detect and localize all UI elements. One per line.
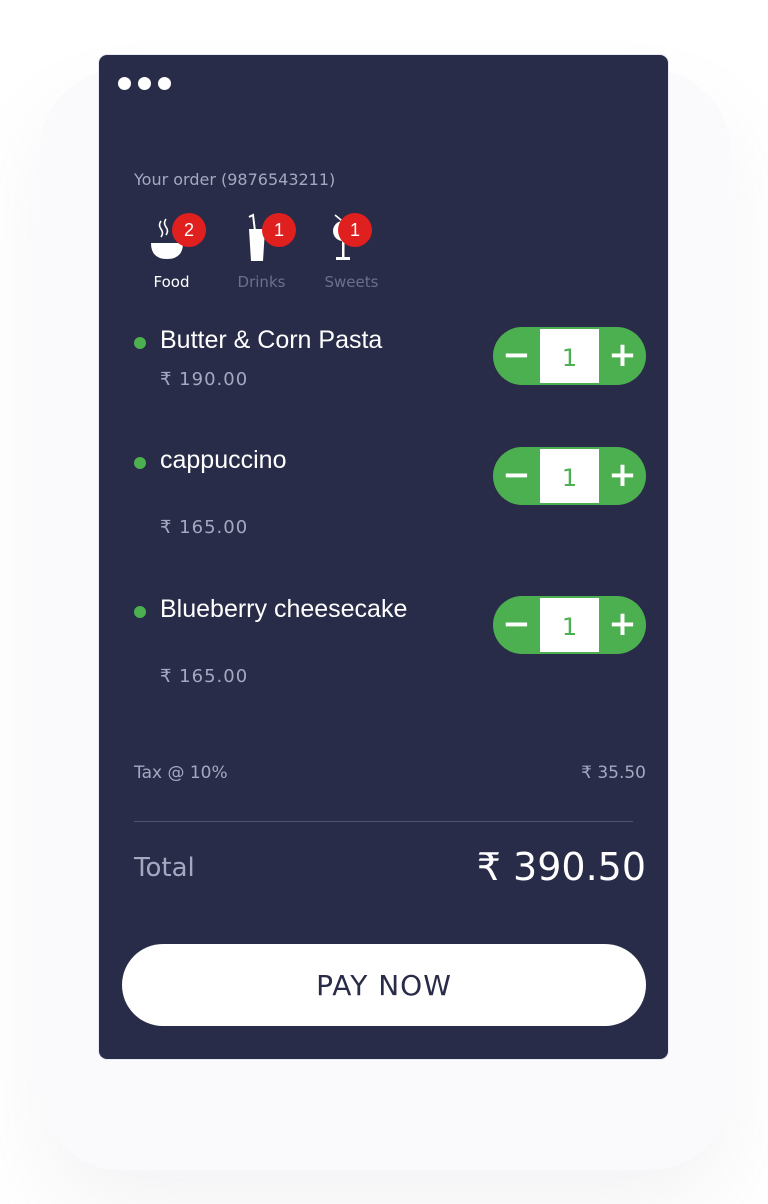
total-label: Total [134, 853, 195, 883]
tab-drinks-badge: 1 [262, 213, 296, 247]
quantity-field[interactable]: 1 [540, 449, 599, 503]
quantity-field[interactable]: 1 [540, 329, 599, 383]
tab-drinks-label: Drinks [237, 273, 286, 291]
tab-food-label: Food [153, 273, 190, 291]
veg-indicator-icon [134, 337, 146, 349]
category-tabs: 2 Food 1 Drinks 1 Sweets [134, 213, 404, 293]
tab-food-badge: 2 [172, 213, 206, 247]
tab-drinks[interactable]: 1 Drinks [224, 213, 314, 293]
veg-indicator-icon [134, 457, 146, 469]
order-title: Your order (9876543211) [134, 170, 336, 189]
pay-now-button[interactable]: PAY NOW [122, 944, 646, 1026]
item-price: ₹ 165.00 [160, 517, 249, 538]
tab-sweets-label: Sweets [324, 273, 379, 291]
order-item: cappuccino ₹ 165.00 − 1 + [134, 446, 646, 546]
item-price: ₹ 165.00 [160, 666, 249, 687]
increase-button[interactable]: + [599, 447, 646, 505]
menu-dots-icon[interactable] [118, 77, 171, 90]
divider [134, 821, 633, 822]
total-value: ₹ 390.50 [476, 845, 646, 889]
veg-indicator-icon [134, 606, 146, 618]
item-name: Blueberry cheesecake [160, 595, 408, 623]
order-card: Your order (9876543211) 2 Food 1 Drinks [99, 55, 668, 1059]
quantity-field[interactable]: 1 [540, 598, 599, 652]
order-item: Blueberry cheesecake ₹ 165.00 − 1 + [134, 595, 646, 695]
tab-sweets[interactable]: 1 Sweets [314, 213, 404, 293]
quantity-stepper: − 1 + [493, 596, 646, 654]
increase-button[interactable]: + [599, 596, 646, 654]
decrease-button[interactable]: − [493, 596, 540, 654]
tab-sweets-badge: 1 [338, 213, 372, 247]
item-name: Butter & Corn Pasta [160, 326, 383, 354]
decrease-button[interactable]: − [493, 327, 540, 385]
item-price: ₹ 190.00 [160, 369, 249, 390]
increase-button[interactable]: + [599, 327, 646, 385]
quantity-stepper: − 1 + [493, 327, 646, 385]
decrease-button[interactable]: − [493, 447, 540, 505]
item-name: cappuccino [160, 446, 287, 474]
tax-value: ₹ 35.50 [581, 763, 646, 783]
order-item: Butter & Corn Pasta ₹ 190.00 − 1 + [134, 326, 646, 416]
tab-food[interactable]: 2 Food [134, 213, 224, 293]
tax-label: Tax @ 10% [134, 763, 228, 783]
quantity-stepper: − 1 + [493, 447, 646, 505]
